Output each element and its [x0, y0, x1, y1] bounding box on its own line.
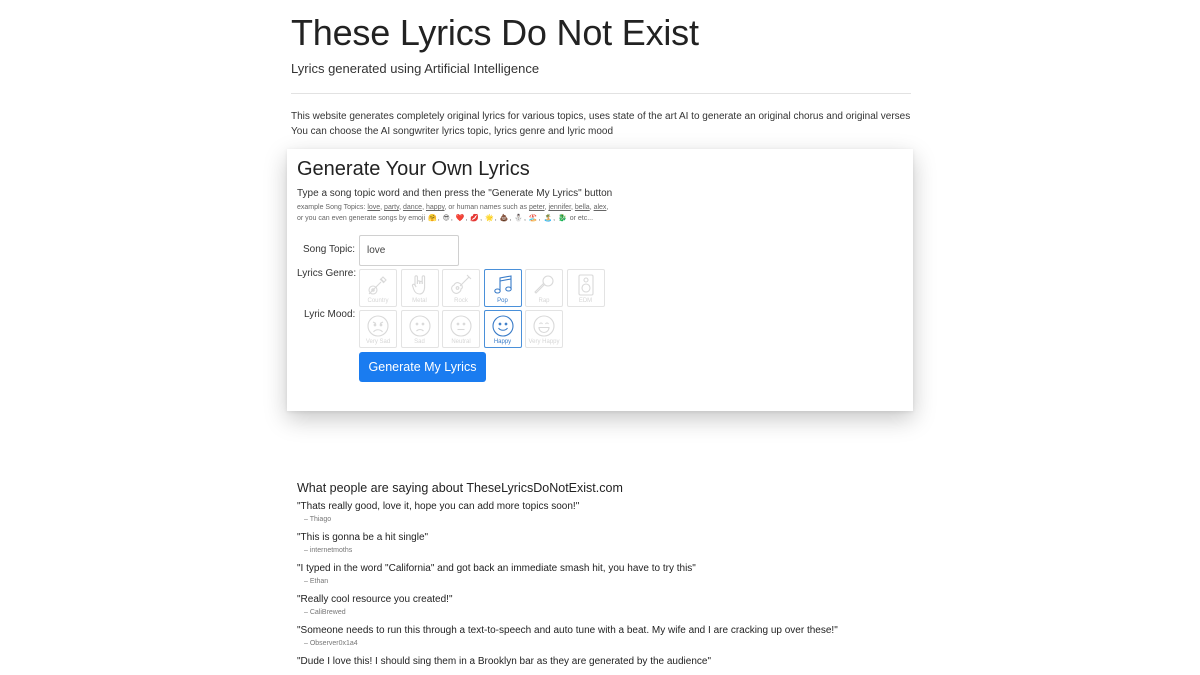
examples-prefix: example Song Topics:: [297, 204, 366, 211]
example-name-link[interactable]: jennifer: [548, 204, 571, 211]
neutral-face-icon: [450, 315, 472, 337]
happy-face-icon: [491, 315, 514, 337]
guitar-icon: [451, 274, 472, 294]
microphone-icon: [534, 275, 554, 294]
example-topic-link[interactable]: dance: [403, 204, 422, 211]
mood-option-label: Neutral: [451, 339, 471, 345]
testimonial: "Dude I love this! I should sing them in…: [297, 655, 917, 669]
testimonials-section: What people are saying about TheseLyrics…: [297, 481, 917, 674]
mood-option-very-happy[interactable]: Very Happy: [525, 310, 563, 348]
metal-hand-icon: [411, 275, 425, 295]
divider: [291, 93, 911, 94]
genre-option-label: Metal: [412, 298, 427, 304]
description-line: You can choose the AI songwriter lyrics …: [291, 126, 614, 137]
emoji-link[interactable]: ❤️: [456, 215, 465, 222]
genre-option-pop[interactable]: Pop: [483, 269, 522, 307]
testimonial: "Someone needs to run this through a tex…: [297, 624, 917, 650]
genre-options: Country Metal Rock Pop Rap EDM: [359, 269, 605, 307]
mood-option-neutral[interactable]: Neutral: [442, 310, 480, 348]
genre-option-label: Pop: [497, 298, 508, 304]
emoji-link[interactable]: 💋: [470, 215, 479, 222]
example-emoji-line: or you can even generate songs by emoji …: [297, 214, 594, 222]
example-topic-link[interactable]: love: [367, 204, 380, 211]
sad-face-icon: [408, 315, 431, 337]
emoji-link[interactable]: 🏝️: [543, 215, 552, 222]
emoji-link[interactable]: 🌟: [485, 215, 494, 222]
mood-options: Very Sad Sad Neutral Happy Very Happy: [359, 310, 563, 348]
testimonial-author: – Observer0x1a4: [304, 640, 358, 647]
emoji-prefix: or you can even generate songs by emoji: [297, 214, 426, 222]
testimonial-quote: "Really cool resource you created!": [297, 594, 453, 605]
testimonial-author: – CaliBrewed: [304, 609, 346, 616]
site-description: This website generates completely origin…: [291, 109, 931, 139]
example-topic-link[interactable]: happy: [426, 204, 445, 211]
genre-option-rock[interactable]: Rock: [442, 269, 480, 307]
mood-option-label: Very Happy: [528, 339, 560, 345]
example-topics-line: example Song Topics: love, party, dance,…: [297, 204, 609, 211]
genre-option-rap[interactable]: Rap: [525, 269, 563, 307]
mood-option-label: Sad: [414, 339, 425, 345]
country-icon: [368, 276, 387, 295]
generator-instructions: Type a song topic word and then press th…: [297, 188, 613, 199]
testimonial: "This is gonna be a hit single" – intern…: [297, 531, 917, 557]
testimonial-author: – Ethan: [304, 578, 329, 585]
very-sad-face-icon: [367, 315, 389, 337]
very-happy-face-icon: [533, 315, 555, 337]
genre-option-country[interactable]: Country: [359, 269, 397, 307]
testimonial: "Thats really good, love it, hope you ca…: [297, 500, 917, 526]
testimonial: "Really cool resource you created!" – Ca…: [297, 593, 917, 619]
example-name-link[interactable]: alex: [594, 204, 607, 211]
mood-option-label: Happy: [493, 339, 512, 345]
testimonial-quote: "Thats really good, love it, hope you ca…: [297, 501, 580, 512]
mood-option-label: Very Sad: [365, 339, 391, 345]
description-line: This website generates completely origin…: [291, 111, 911, 122]
mood-option-very-sad[interactable]: Very Sad: [359, 310, 397, 348]
example-topic-link[interactable]: party: [384, 204, 399, 211]
speaker-icon: [577, 274, 594, 296]
generate-lyrics-button[interactable]: Generate My Lyrics: [359, 352, 486, 382]
genre-option-label: Country: [367, 298, 389, 304]
testimonial-author: – Thiago: [304, 516, 332, 523]
generator-card: Generate Your Own Lyrics Type a song top…: [287, 149, 913, 411]
genre-option-metal[interactable]: Metal: [400, 269, 439, 307]
lyric-mood-label: Lyric Mood:: [304, 309, 356, 320]
page-subtitle: Lyrics generated using Artificial Intell…: [291, 61, 540, 76]
music-note-icon: [493, 275, 512, 294]
genre-option-label: EDM: [578, 298, 593, 304]
page-title: These Lyrics Do Not Exist: [291, 12, 699, 53]
example-name-link[interactable]: peter: [529, 204, 545, 211]
testimonial-quote: "This is gonna be a hit single": [297, 532, 429, 543]
testimonial-author: – internetmoths: [304, 547, 353, 554]
emoji-link[interactable]: 🐉: [558, 215, 567, 222]
names-prefix: , or human names such as: [444, 204, 528, 211]
emoji-link[interactable]: 🏖️: [529, 215, 538, 222]
testimonials-title: What people are saying about TheseLyrics…: [297, 481, 623, 495]
example-topics: example Song Topics: love, party, dance,…: [297, 203, 608, 224]
emoji-link[interactable]: ⛄: [514, 215, 523, 222]
emoji-link[interactable]: 🤗: [428, 215, 437, 222]
lyrics-genre-label: Lyrics Genre:: [297, 268, 357, 279]
emoji-link[interactable]: 😎: [443, 215, 450, 222]
generator-title: Generate Your Own Lyrics: [297, 158, 530, 180]
testimonial-quote: "Someone needs to run this through a tex…: [297, 625, 838, 636]
genre-option-label: Rock: [454, 298, 468, 304]
song-topic-input[interactable]: [359, 235, 459, 266]
mood-option-sad[interactable]: Sad: [400, 310, 439, 348]
testimonial: "I typed in the word "California" and go…: [297, 562, 917, 588]
genre-option-label: Rap: [538, 298, 550, 304]
emoji-link[interactable]: 💩: [500, 215, 509, 222]
genre-option-edm[interactable]: EDM: [566, 269, 605, 307]
testimonial-quote: "Dude I love this! I should sing them in…: [297, 656, 712, 667]
example-name-link[interactable]: bella: [575, 204, 590, 211]
testimonial-quote: "I typed in the word "California" and go…: [297, 563, 696, 574]
song-topic-label: Song Topic:: [303, 244, 356, 255]
emoji-suffix: or etc...: [569, 214, 594, 222]
mood-option-happy[interactable]: Happy: [483, 310, 522, 348]
